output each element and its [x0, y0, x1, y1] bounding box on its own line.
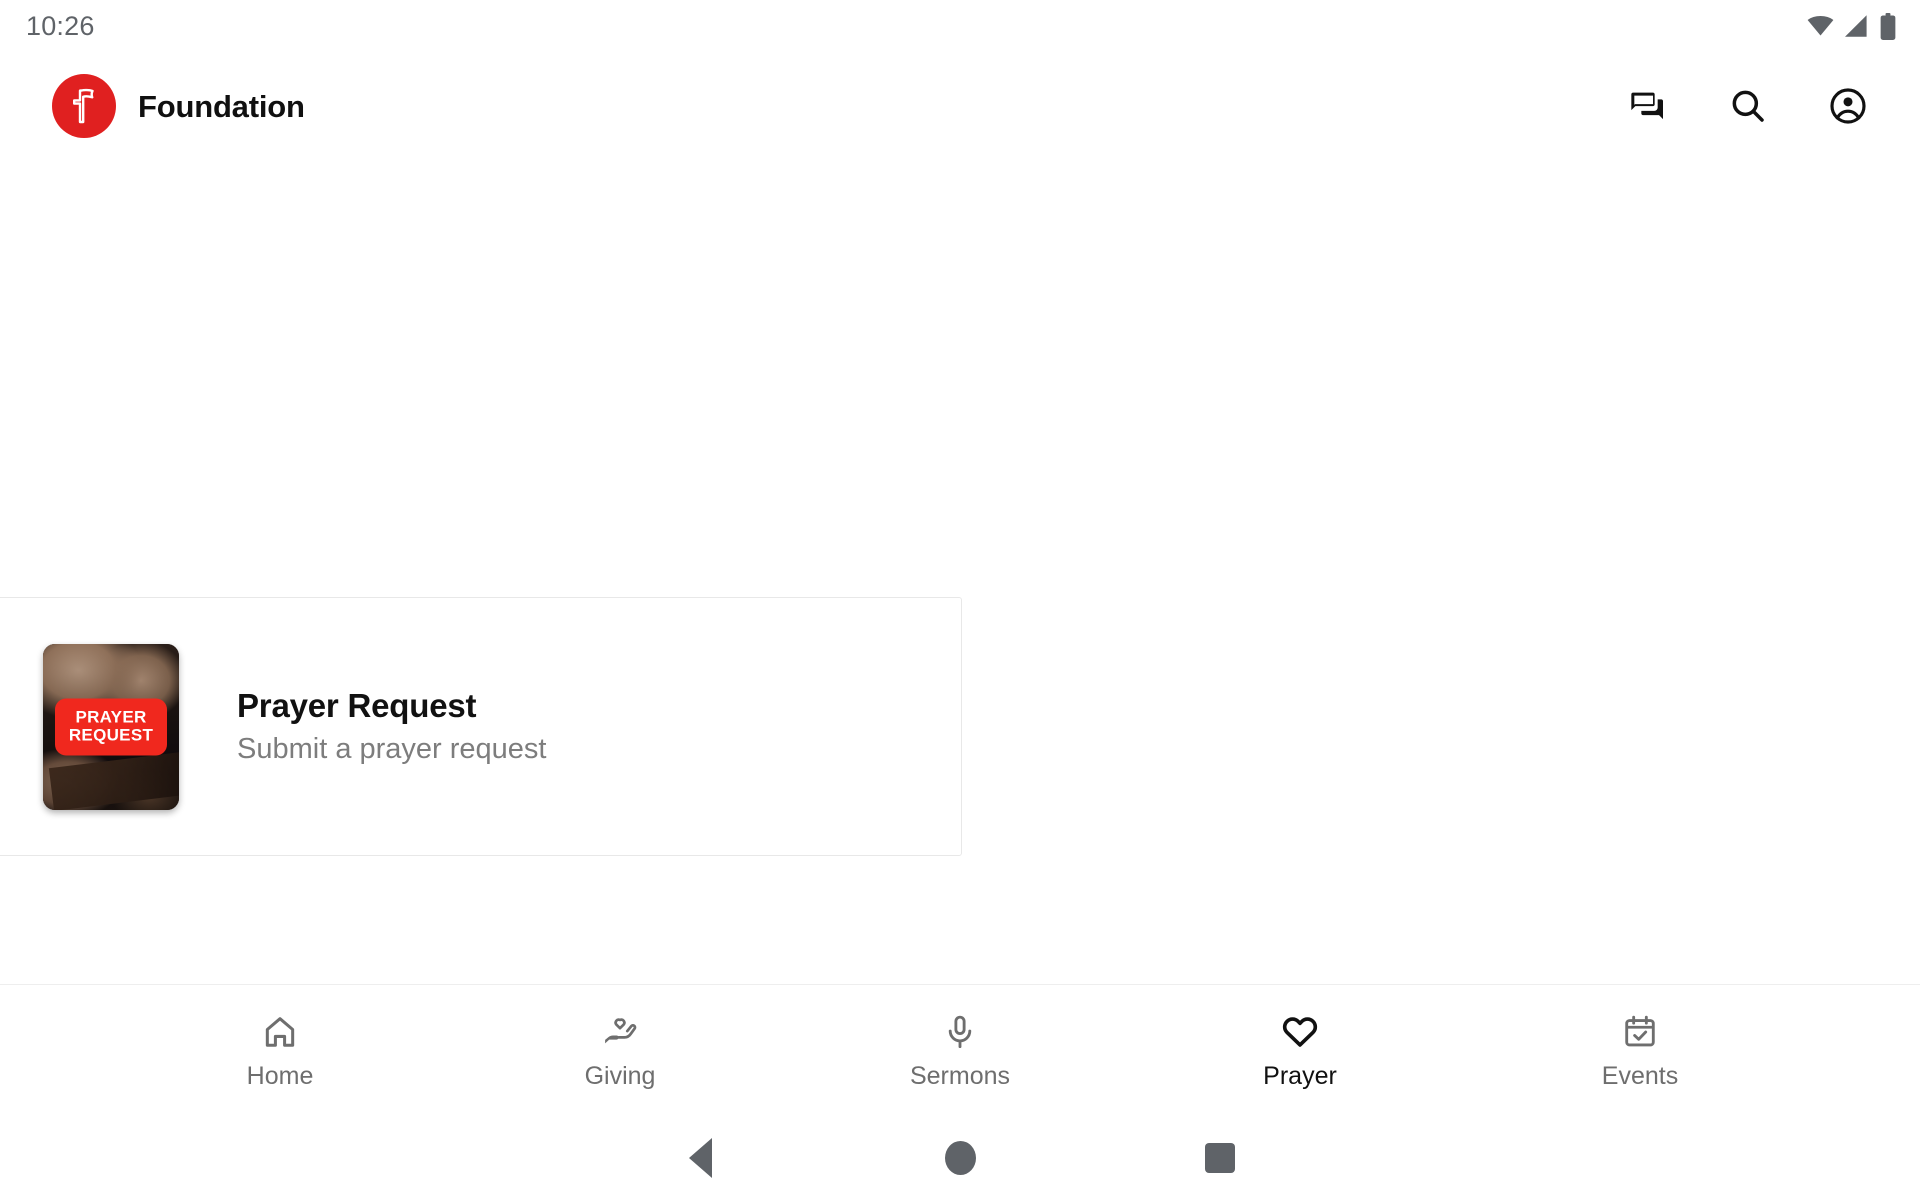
prayer-request-card-text: Prayer Request Submit a prayer request [237, 689, 546, 764]
prayer-request-card[interactable]: PRAYER REQUEST Prayer Request Submit a p… [0, 597, 962, 856]
brand: Foundation [52, 74, 305, 138]
recents-square-icon [1205, 1143, 1235, 1173]
nav-item-events[interactable]: Events [1470, 1008, 1810, 1093]
status-bar-clock: 10:26 [26, 10, 95, 41]
android-back-button[interactable] [570, 1116, 830, 1200]
android-system-navigation [0, 1116, 1920, 1200]
header-actions [1622, 80, 1884, 132]
back-triangle-icon [688, 1138, 712, 1178]
nav-label-events: Events [1601, 1062, 1679, 1090]
cross-logo-icon [52, 74, 116, 138]
calendar-check-icon [1621, 1012, 1659, 1052]
cellular-signal-icon [1845, 15, 1869, 37]
heart-icon [1281, 1012, 1319, 1052]
nav-label-sermons: Sermons [909, 1062, 1011, 1090]
home-icon [261, 1012, 299, 1052]
badge-line-2: REQUEST [68, 725, 154, 744]
nav-label-prayer: Prayer [1263, 1062, 1337, 1090]
account-circle-icon [1828, 86, 1868, 126]
main-content: PRAYER REQUEST Prayer Request Submit a p… [0, 160, 1920, 984]
search-button[interactable] [1722, 80, 1774, 132]
nav-label-giving: Giving [584, 1062, 656, 1090]
nav-label-home: Home [246, 1062, 314, 1090]
prayer-request-badge: PRAYER REQUEST [55, 697, 167, 756]
bottom-navigation: Home Giving Sermons Prayer Events [0, 984, 1920, 1116]
nav-item-home[interactable]: Home [110, 1008, 450, 1093]
messages-button[interactable] [1622, 80, 1674, 132]
status-bar-icons [1807, 12, 1896, 40]
android-home-button[interactable] [830, 1116, 1090, 1200]
battery-icon [1880, 12, 1896, 40]
wifi-icon [1807, 16, 1834, 36]
account-button[interactable] [1822, 80, 1874, 132]
search-icon [1728, 86, 1768, 126]
badge-line-1: PRAYER [75, 706, 147, 726]
home-circle-icon [944, 1141, 976, 1175]
app-title: Foundation [138, 88, 305, 124]
messages-icon [1628, 86, 1668, 126]
android-recents-button[interactable] [1090, 1116, 1350, 1200]
microphone-icon [941, 1012, 979, 1052]
nav-item-sermons[interactable]: Sermons [790, 1008, 1130, 1093]
status-bar: 10:26 [0, 0, 1920, 52]
prayer-request-title: Prayer Request [237, 687, 477, 724]
prayer-request-thumbnail: PRAYER REQUEST [43, 643, 179, 810]
nav-item-giving[interactable]: Giving [450, 1008, 790, 1093]
nav-item-prayer[interactable]: Prayer [1130, 1008, 1470, 1093]
volunteer-hand-heart-icon [601, 1012, 639, 1052]
prayer-request-subtitle: Submit a prayer request [237, 733, 547, 765]
app-header: Foundation [0, 52, 1920, 160]
app-root: 10:26 Foundation PRAYER REQUEST Prayer R… [0, 0, 1920, 1200]
